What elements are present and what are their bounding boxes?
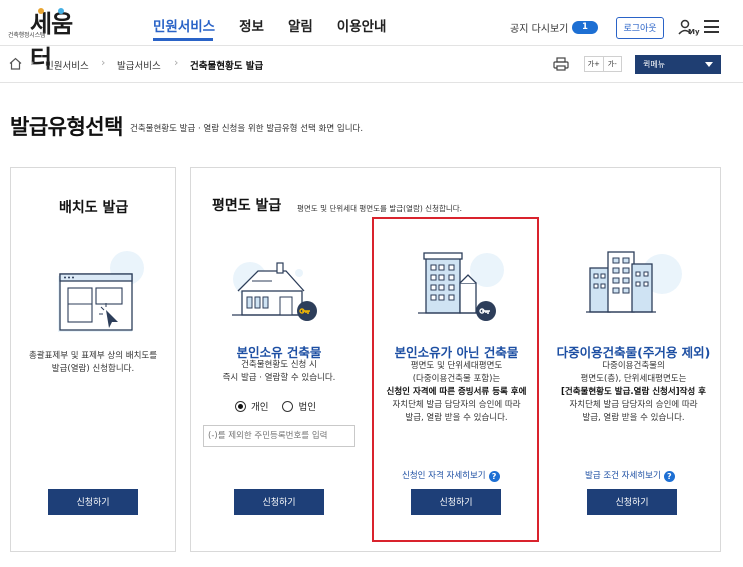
site-plan-illustration-icon (58, 251, 144, 332)
print-icon[interactable] (553, 57, 569, 71)
font-increase-button[interactable]: 가+ (585, 57, 603, 71)
description-line: 다중이용건축물의 (602, 361, 665, 371)
nav-active-indicator (153, 38, 213, 41)
radio-individual[interactable]: 개인 (235, 399, 268, 413)
site-plan-description: 총괄표제부 및 표제부 상의 배치도를 발급(열람) 신청합니다. (10, 350, 176, 376)
floor-plan-subtitle: 평면도 및 단위세대 평면도를 발급(열람) 신청합니다. (297, 204, 463, 213)
breadcrumb-current: 건축물현황도 발급 (190, 61, 264, 72)
logo[interactable]: 세움터 건축행정시스템 (8, 6, 88, 73)
description-line: 건축물현황도 신청 시 (241, 360, 317, 370)
page-description: 건축물현황도 발급 · 열람 신청을 위한 발급유형 선택 화면 입니다. (130, 124, 364, 134)
multi-use-building-description: 다중이용건축물의 평면도(층), 단위세대평면도는 [건축물현황도 발급.열람 … (552, 360, 715, 425)
radio-unchecked-icon (282, 400, 294, 412)
issuance-condition-link[interactable]: 발급 조건 자세히보기? (585, 469, 675, 482)
radio-checked-icon (235, 400, 246, 412)
description-line: 자치단체 발급 담당자의 승인에 따라 (569, 400, 698, 410)
notice-count-badge[interactable]: 1 (572, 21, 598, 34)
description-line: 발급, 열람 받을 수 있습니다. (582, 413, 685, 423)
nav-alerts[interactable]: 알림 (288, 15, 313, 35)
breadcrumb-item[interactable]: 발급서비스 (117, 58, 161, 72)
house-illustration-icon (232, 262, 317, 321)
owned-building-apply-button[interactable]: 신청하기 (234, 489, 324, 515)
home-icon[interactable] (9, 57, 22, 70)
multi-use-building-title: 다중이용건축물(주거용 제외) (556, 345, 711, 360)
chevron-right-icon: › (30, 56, 35, 69)
main-nav: 민원서비스 정보 알림 이용안내 (153, 15, 410, 35)
floor-plan-title: 평면도 발급 (212, 198, 282, 214)
link-label: 발급 조건 자세히보기 (585, 471, 661, 481)
chevron-right-icon: › (174, 56, 179, 69)
radio-corporation[interactable]: 법인 (282, 399, 316, 413)
radio-label: 개인 (251, 402, 269, 413)
multi-use-building-apply-button[interactable]: 신청하기 (587, 489, 677, 515)
description-line: 총괄표제부 및 표제부 상의 배치도를 (28, 351, 158, 361)
nav-civil-service[interactable]: 민원서비스 (153, 15, 215, 35)
site-plan-title: 배치도 발급 (59, 200, 129, 216)
notice-replay-label[interactable]: 공지 다시보기 (510, 20, 568, 35)
logo-dot-icon (38, 8, 44, 14)
description-emphasis: [건축물현황도 발급.열람 신청서]작성 후 (561, 387, 706, 397)
page-title: 발급유형선택 (10, 115, 123, 139)
quick-menu-select[interactable]: 퀵메뉴 (635, 55, 721, 74)
owner-type-radio-group: 개인 법인 (235, 399, 316, 413)
caret-down-icon (705, 62, 713, 67)
top-header: 세움터 건축행정시스템 민원서비스 정보 알림 이용안내 공지 다시보기 1 로… (0, 0, 743, 73)
breadcrumb: › 민원서비스 › 발급서비스 › 건축물현황도 발급 가+ 가- 퀵메뉴 (0, 47, 743, 83)
description-line: 평면도(층), 단위세대평면도는 (580, 374, 687, 384)
resident-number-input[interactable] (203, 425, 355, 447)
owned-building-description: 건축물현황도 신청 시 즉시 발급 · 열람할 수 있습니다. (203, 359, 355, 385)
menu-icon[interactable] (704, 20, 719, 33)
quick-menu-label: 퀵메뉴 (643, 60, 666, 69)
breadcrumb-item[interactable]: 민원서비스 (45, 58, 89, 72)
description-line: 발급(열람) 신청합니다. (51, 364, 135, 374)
logo-dot-icon (58, 8, 64, 14)
site-plan-apply-button[interactable]: 신청하기 (48, 489, 138, 515)
font-size-control: 가+ 가- (584, 56, 622, 72)
my-label: My (688, 28, 700, 36)
nav-guide[interactable]: 이용안내 (337, 15, 387, 35)
highlight-box (372, 217, 539, 542)
logout-button[interactable]: 로그아웃 (616, 17, 664, 39)
description-line: 즉시 발급 · 열람할 수 있습니다. (222, 373, 336, 383)
question-icon: ? (663, 471, 675, 482)
radio-label: 법인 (298, 402, 316, 413)
logo-subtitle: 건축행정시스템 (8, 32, 46, 39)
chevron-right-icon: › (101, 56, 106, 69)
multi-use-building-illustration-icon (586, 251, 682, 313)
nav-info[interactable]: 정보 (239, 15, 264, 35)
font-decrease-button[interactable]: 가- (602, 57, 622, 71)
